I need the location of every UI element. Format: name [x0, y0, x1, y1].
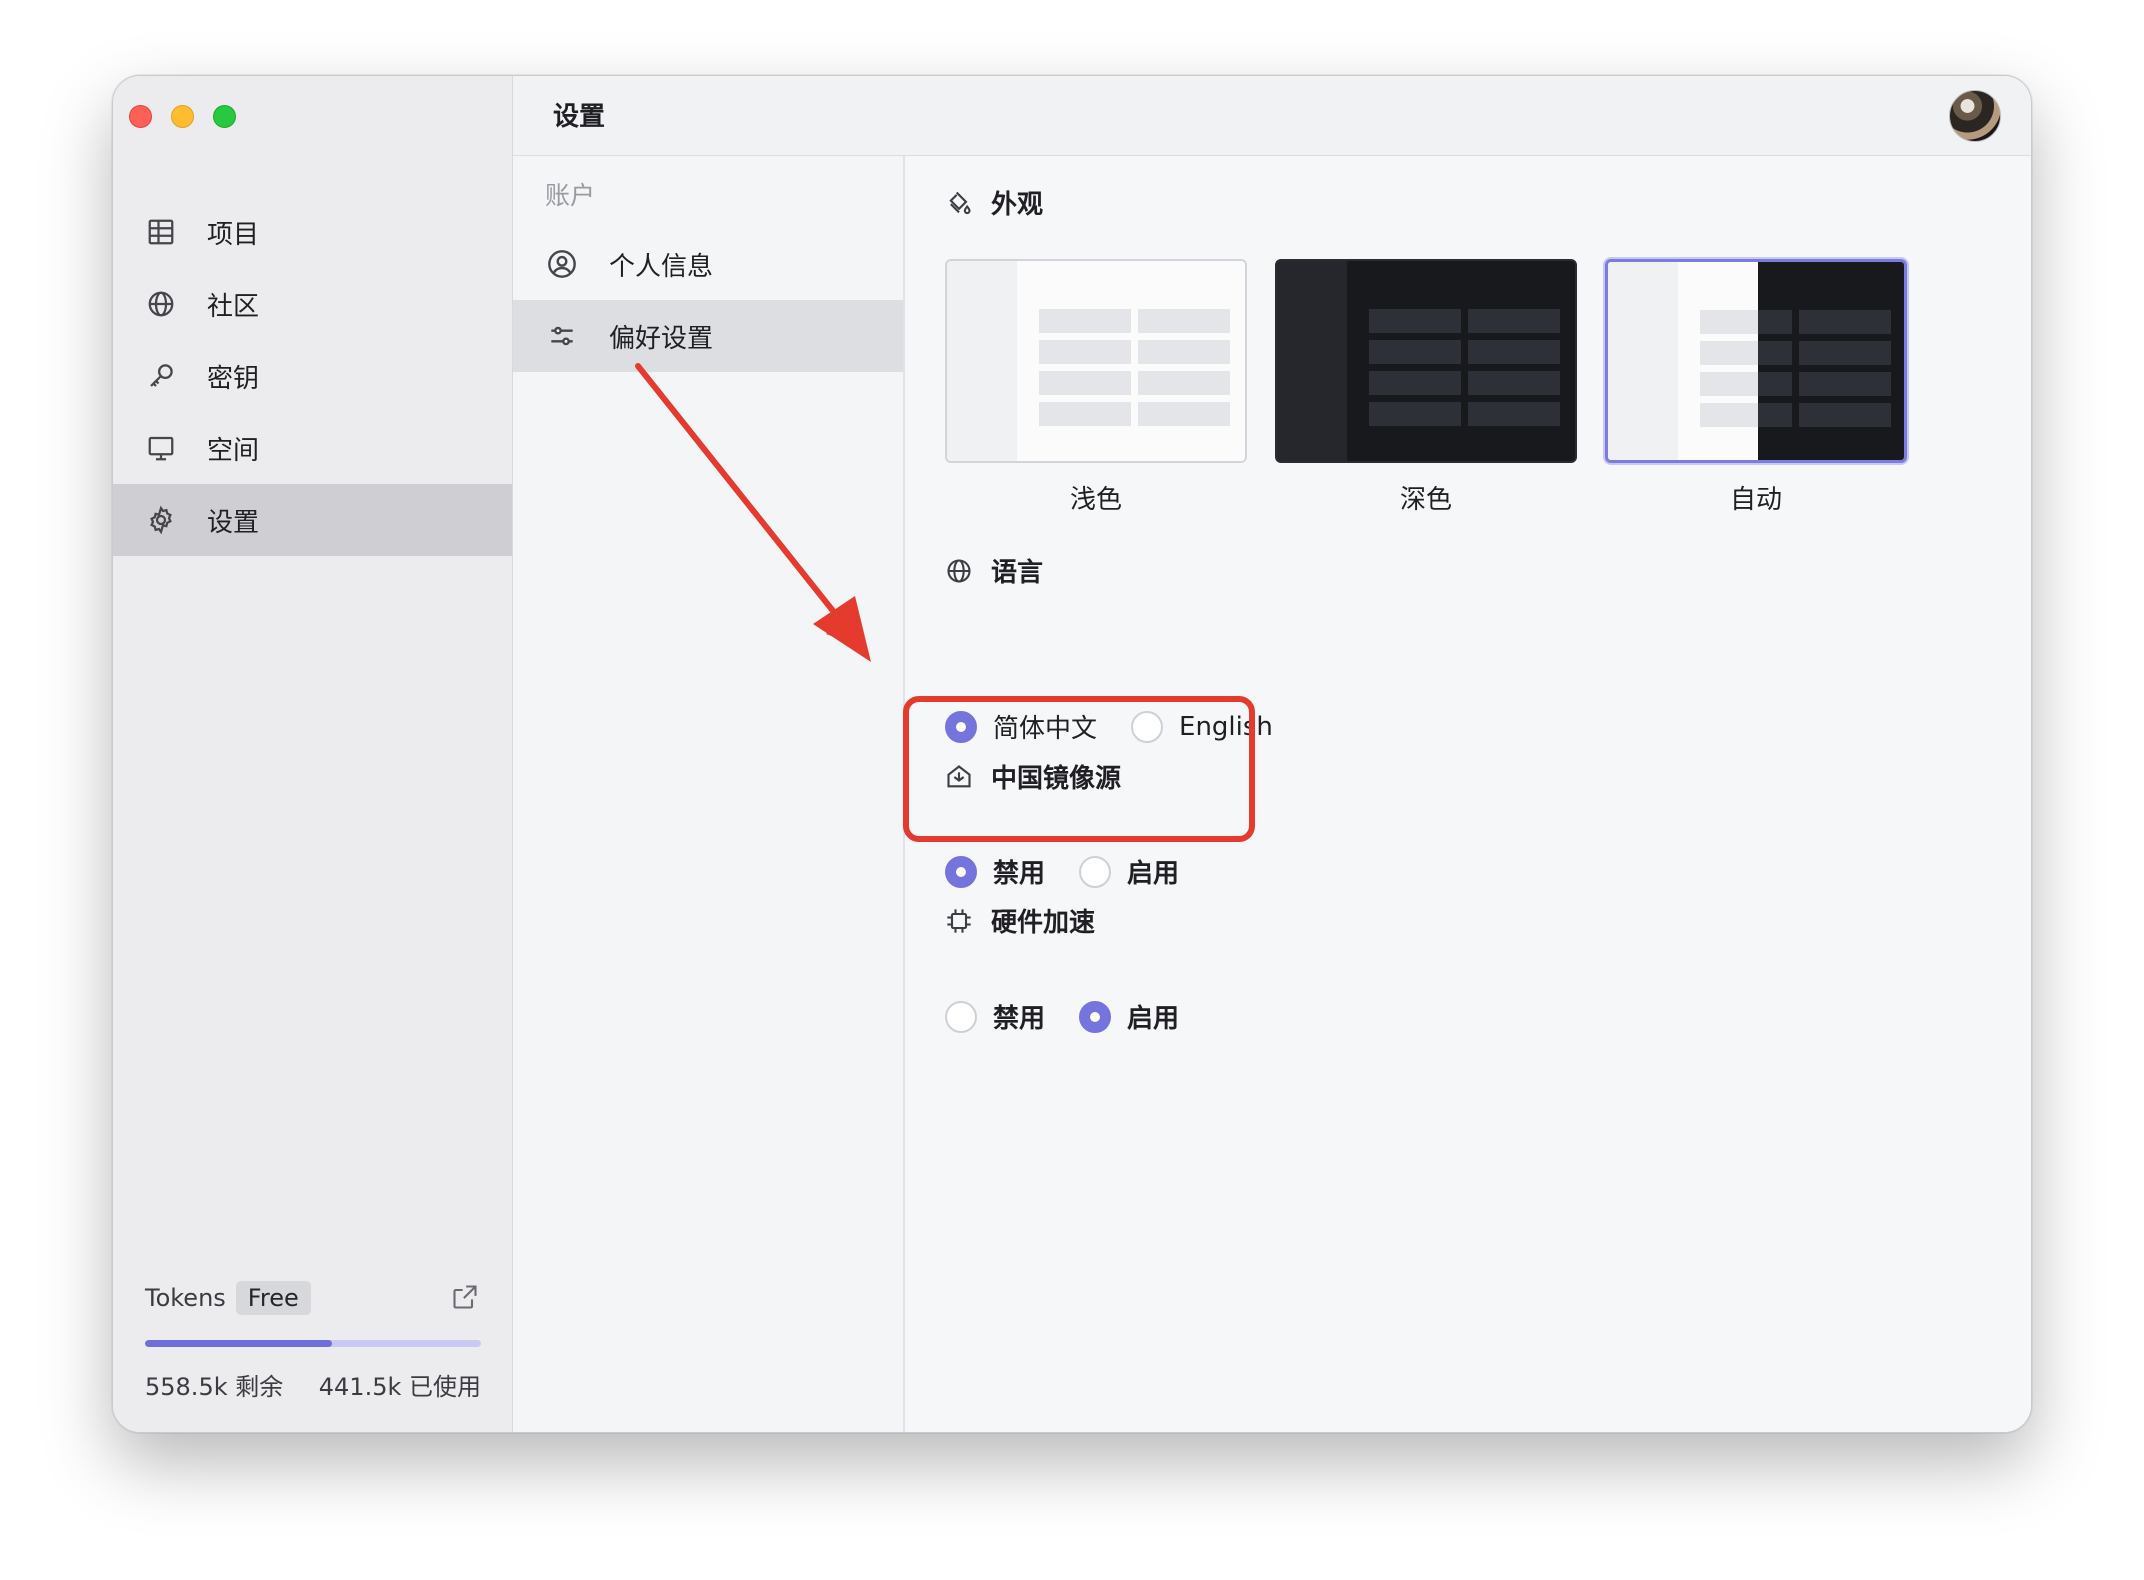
- sidebar-item-spaces[interactable]: 空间: [113, 412, 512, 484]
- gear-icon: [145, 504, 177, 536]
- sidebar-item-label: 社区: [207, 291, 260, 322]
- annotation-highlight-box: [903, 696, 1255, 842]
- theme-option-light[interactable]: 浅色: [945, 259, 1247, 516]
- theme-option-dark[interactable]: 深色: [1275, 259, 1577, 516]
- radio-label: 启用: [1127, 859, 1180, 889]
- hardware-title-text: 硬件加速: [991, 908, 1096, 938]
- globe-icon: [945, 556, 975, 586]
- table-icon: [145, 216, 177, 248]
- hardware-options: 禁用 启用: [945, 998, 1213, 1035]
- sidebar-item-label: 空间: [207, 435, 260, 466]
- sidebar-item-label: 密钥: [207, 363, 260, 394]
- minimize-window-button[interactable]: [171, 105, 194, 128]
- sidebar-item-label: 设置: [207, 507, 260, 538]
- maximize-window-button[interactable]: [213, 105, 236, 128]
- radio-label: 启用: [1127, 1004, 1180, 1034]
- sidebar-item-label: 项目: [207, 219, 260, 250]
- paint-bucket-icon: [945, 188, 975, 218]
- subnav-item-label: 偏好设置: [609, 323, 714, 354]
- user-circle-icon: [545, 247, 579, 281]
- sidebar: 项目 社区 密钥 空间 设置 Tokens Free 558.5k 剩余 441…: [113, 76, 513, 1432]
- subnav-item-preferences[interactable]: 偏好设置: [513, 300, 903, 372]
- subnav-item-label: 个人信息: [609, 251, 714, 282]
- sliders-icon: [545, 319, 579, 353]
- tokens-remaining: 558.5k 剩余: [145, 1373, 284, 1401]
- theme-option-auto[interactable]: 自动: [1605, 259, 1907, 516]
- language-section-title: 语言: [945, 552, 1043, 589]
- top-header: 设置: [513, 76, 2031, 156]
- mirror-radio-disable[interactable]: [945, 855, 977, 888]
- sidebar-nav: 项目 社区 密钥 空间 设置: [113, 196, 512, 556]
- globe-icon: [145, 288, 177, 320]
- subnav-group-title: 账户: [545, 181, 596, 210]
- external-link-icon[interactable]: [451, 1283, 481, 1313]
- subnav-item-profile[interactable]: 个人信息: [513, 228, 903, 300]
- theme-label: 深色: [1399, 485, 1452, 515]
- app-window: 项目 社区 密钥 空间 设置 Tokens Free 558.5k 剩余 441…: [112, 75, 2032, 1433]
- token-progress-bar: [145, 1340, 481, 1347]
- close-window-button[interactable]: [129, 105, 152, 128]
- appearance-title-text: 外观: [991, 190, 1044, 220]
- hardware-radio-enable[interactable]: [1079, 1000, 1112, 1033]
- theme-label: 自动: [1729, 485, 1782, 515]
- appearance-section-title: 外观: [945, 184, 1043, 221]
- settings-subnav: 账户 个人信息 偏好设置: [513, 156, 905, 1432]
- sidebar-item-keys[interactable]: 密钥: [113, 340, 512, 412]
- radio-label: 禁用: [993, 1004, 1046, 1034]
- avatar[interactable]: [1949, 90, 2001, 142]
- hardware-radio-disable[interactable]: [945, 1000, 977, 1033]
- monitor-icon: [145, 432, 177, 464]
- sidebar-item-settings[interactable]: 设置: [113, 484, 512, 556]
- sidebar-item-community[interactable]: 社区: [113, 268, 512, 340]
- token-usage: Tokens Free 558.5k 剩余 441.5k 已使用: [145, 1278, 481, 1402]
- hardware-section-title: 硬件加速: [945, 902, 1095, 939]
- key-icon: [145, 360, 177, 392]
- mirror-radio-enable[interactable]: [1079, 855, 1112, 888]
- page-title: 设置: [553, 102, 606, 132]
- window-controls: [129, 105, 236, 128]
- token-progress-fill: [145, 1340, 333, 1347]
- radio-label: 禁用: [993, 859, 1046, 889]
- cpu-icon: [945, 906, 975, 936]
- plan-badge: Free: [235, 1281, 311, 1315]
- language-title-text: 语言: [991, 558, 1044, 588]
- tokens-used: 441.5k 已使用: [318, 1373, 481, 1401]
- theme-label: 浅色: [1069, 485, 1122, 515]
- tokens-label: Tokens: [145, 1284, 226, 1312]
- mirror-options: 禁用 启用: [945, 853, 1213, 890]
- sidebar-item-projects[interactable]: 项目: [113, 196, 512, 268]
